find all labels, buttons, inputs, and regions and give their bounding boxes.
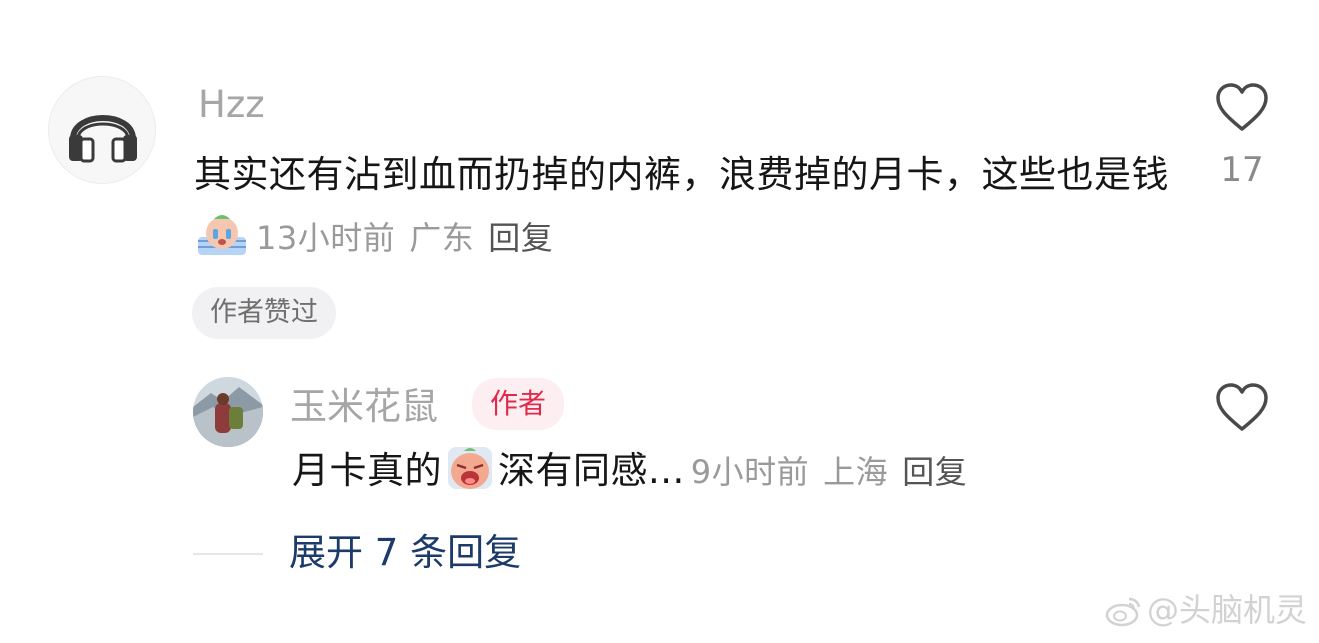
comment-time: 13小时前	[256, 219, 396, 257]
comment-reply-button[interactable]: 回复	[488, 219, 553, 257]
reply-text-part2: 深有同感...	[498, 449, 685, 492]
like-count: 17	[1220, 150, 1264, 190]
reply-location: 上海	[823, 453, 889, 491]
reply-time: 9小时前	[690, 453, 810, 491]
expand-replies-button[interactable]: 展开 7 条回复	[289, 530, 521, 576]
avatar-photo	[193, 377, 263, 447]
watermark-text: @头脑机灵	[1146, 591, 1307, 629]
weeping-emoji-icon	[448, 447, 492, 489]
comment-text: 其实还有沾到血而扔掉的内裤，浪费掉的月卡，这些也是钱	[194, 153, 1169, 196]
reply-avatar[interactable]	[193, 377, 263, 447]
comment-meta: 13小时前 广东	[256, 219, 488, 257]
reply-meta: 9小时前 上海	[691, 453, 902, 491]
avatar[interactable]	[48, 76, 156, 184]
author-badge: 作者	[472, 378, 565, 430]
comment-body: 其实还有沾到血而扔掉的内裤，浪费掉的月卡，这些也是钱 13小时前 广东 回复	[194, 144, 1184, 269]
reply-reply-button[interactable]: 回复	[902, 453, 967, 491]
expand-divider	[193, 553, 263, 555]
watermark: @头脑机灵	[1105, 590, 1307, 630]
weibo-logo-icon	[1105, 597, 1141, 627]
author-liked-badge: 作者赞过	[192, 287, 336, 339]
comment-thread: Hzz 其实还有沾到血而扔掉的内裤，浪费掉的月卡，这些也是钱 13小时前 广东 回复…	[0, 0, 1319, 643]
reply-like-heart-icon[interactable]	[1214, 382, 1270, 434]
comment-username[interactable]: Hzz	[198, 82, 265, 128]
reply-body: 月卡真的 深有同感... 9小时前 上海 回复	[292, 440, 967, 503]
crying-emoji-icon	[198, 215, 246, 255]
like-heart-icon[interactable]	[1214, 82, 1270, 134]
comment-location: 广东	[409, 219, 475, 257]
headphones-icon	[69, 115, 137, 163]
reply-username[interactable]: 玉米花鼠	[290, 384, 438, 430]
reply-text-part1: 月卡真的	[292, 449, 442, 492]
